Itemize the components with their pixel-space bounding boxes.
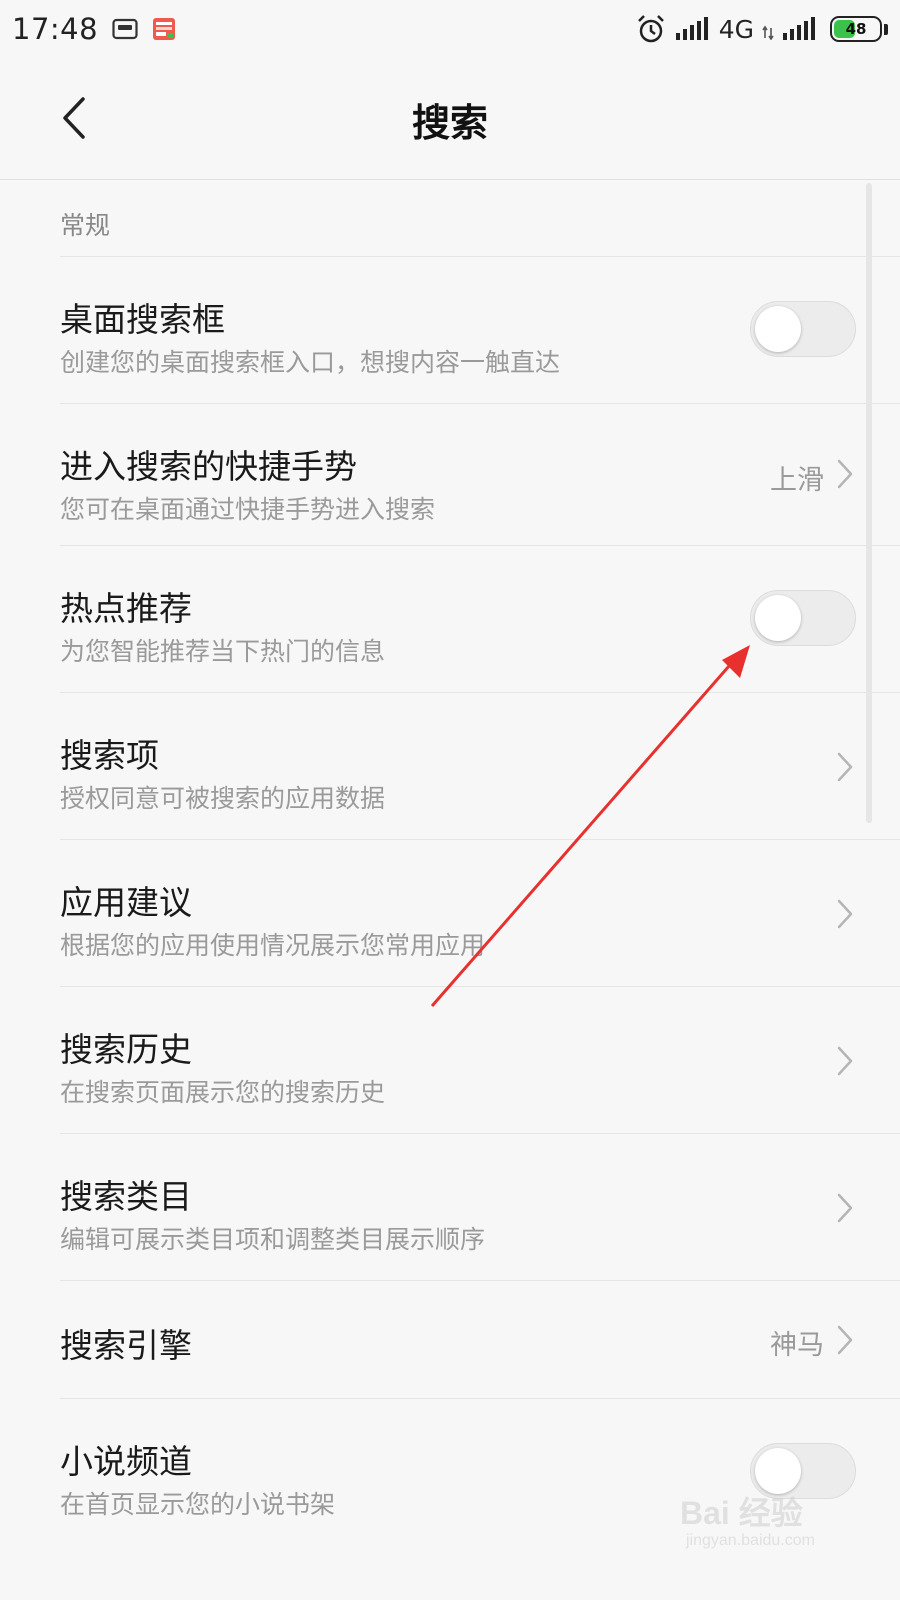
setting-value: 神马	[770, 1330, 824, 1361]
setting-subtitle: 在首页显示您的小说书架	[60, 1490, 336, 1519]
section-label: 常规	[60, 211, 111, 240]
setting-hot-recommend[interactable]: 热点推荐 为您智能推荐当下热门的信息	[60, 546, 900, 693]
chevron-right-icon	[834, 1043, 856, 1079]
signal-icon-2	[782, 17, 816, 41]
setting-subtitle: 授权同意可被搜索的应用数据	[60, 784, 386, 813]
watermark-site: jingyan.baidu.com	[686, 1532, 815, 1549]
toggle-knob	[755, 306, 801, 352]
setting-desktop-search-box[interactable]: 桌面搜索框 创建您的桌面搜索框入口，想搜内容一触直达	[60, 257, 900, 404]
screen-recorder-icon	[112, 18, 138, 40]
chevron-right-icon	[834, 1190, 856, 1226]
chevron-right-icon	[834, 456, 856, 492]
title-bar: 搜索	[0, 58, 900, 180]
section-header: 常规	[60, 180, 900, 257]
setting-subtitle: 编辑可展示类目项和调整类目展示顺序	[60, 1225, 486, 1254]
battery-text: 48	[845, 20, 867, 38]
setting-title: 小说频道	[60, 1442, 192, 1481]
watermark-brand: Bai 经验	[680, 1495, 803, 1531]
setting-search-gesture[interactable]: 进入搜索的快捷手势 您可在桌面通过快捷手势进入搜索 上滑	[60, 404, 900, 546]
setting-search-history[interactable]: 搜索历史 在搜索页面展示您的搜索历史	[60, 987, 900, 1134]
chevron-right-icon	[834, 1322, 856, 1358]
setting-title: 搜索历史	[60, 1030, 192, 1069]
setting-subtitle: 在搜索页面展示您的搜索历史	[60, 1078, 386, 1107]
hot-recommend-toggle[interactable]	[750, 590, 856, 646]
settings-list: 常规 桌面搜索框 创建您的桌面搜索框入口，想搜内容一触直达 进入搜索的快捷手势 …	[0, 180, 900, 1546]
battery-tip	[884, 23, 888, 35]
toggle-knob	[755, 595, 801, 641]
setting-title: 热点推荐	[60, 589, 192, 628]
page-title: 搜索	[411, 101, 488, 145]
setting-title: 桌面搜索框	[60, 300, 225, 339]
data-transfer-icon	[762, 18, 774, 40]
network-type: 4G	[718, 14, 754, 44]
setting-search-categories[interactable]: 搜索类目 编辑可展示类目项和调整类目展示顺序	[60, 1134, 900, 1281]
status-bar: 17:48 4G 48	[0, 0, 900, 58]
desktop-search-toggle[interactable]	[750, 301, 856, 357]
setting-subtitle: 创建您的桌面搜索框入口，想搜内容一触直达	[60, 348, 561, 377]
chevron-right-icon	[834, 749, 856, 785]
setting-value: 上滑	[770, 465, 824, 496]
chevron-right-icon	[834, 896, 856, 932]
setting-title: 应用建议	[60, 883, 192, 922]
setting-subtitle: 根据您的应用使用情况展示您常用应用	[60, 931, 486, 960]
setting-search-engine[interactable]: 搜索引擎 神马	[60, 1281, 900, 1399]
setting-app-suggestions[interactable]: 应用建议 根据您的应用使用情况展示您常用应用	[60, 840, 900, 987]
setting-subtitle: 为您智能推荐当下热门的信息	[60, 637, 386, 666]
battery-icon: 48	[830, 16, 882, 42]
alarm-icon	[635, 13, 667, 45]
status-time: 17:48	[12, 12, 99, 46]
toutiao-app-icon	[152, 17, 176, 41]
setting-title: 搜索项	[60, 736, 159, 775]
setting-title: 搜索类目	[60, 1177, 192, 1216]
baidu-jingyan-watermark: Bai 经验 jingyan.baidu.com	[680, 1488, 870, 1558]
setting-search-items[interactable]: 搜索项 授权同意可被搜索的应用数据	[60, 693, 900, 840]
signal-icon	[675, 17, 709, 41]
setting-title: 搜索引擎	[60, 1326, 192, 1365]
setting-subtitle: 您可在桌面通过快捷手势进入搜索	[60, 495, 436, 524]
setting-title: 进入搜索的快捷手势	[60, 447, 357, 486]
